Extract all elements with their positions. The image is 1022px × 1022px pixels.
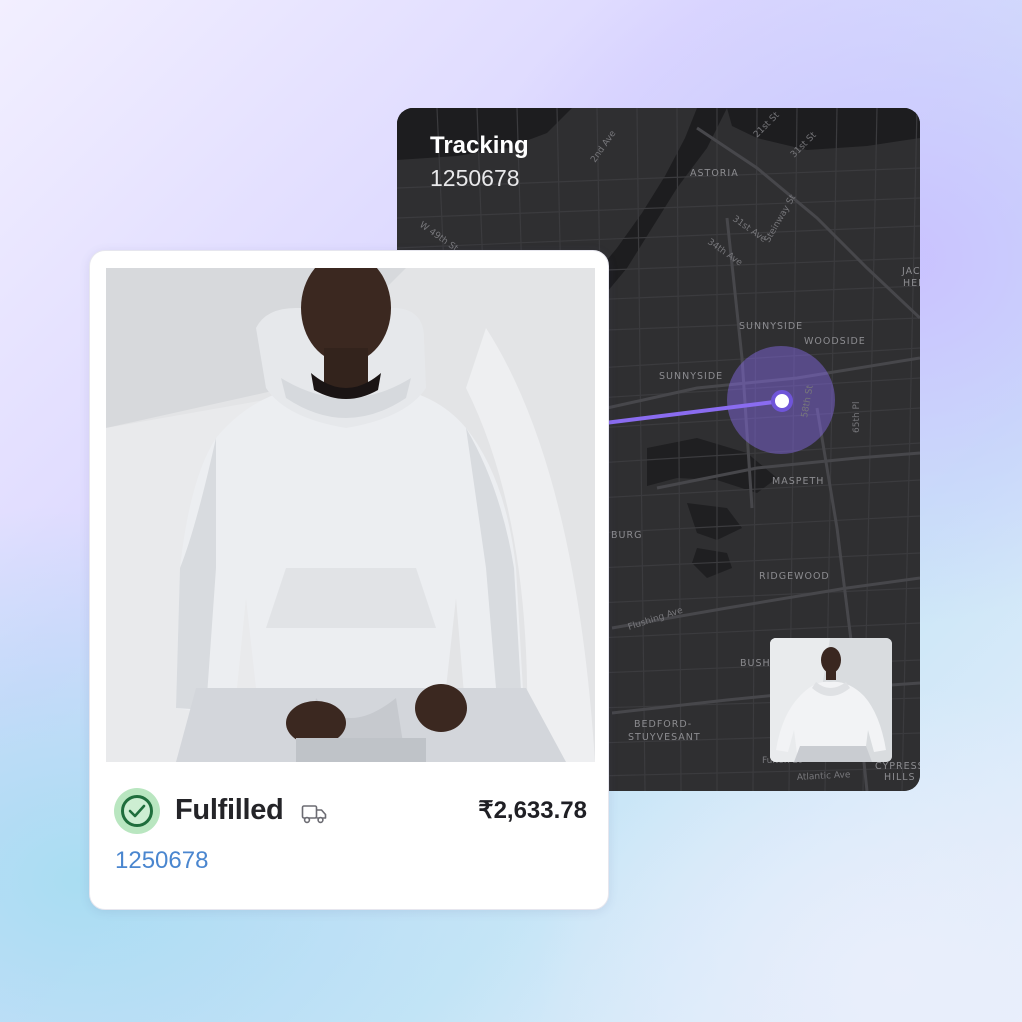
map-label-hills: HILLS [884, 772, 916, 783]
map-label-astoria: ASTORIA [690, 168, 739, 179]
map-label-stuyvesant: STUYVESANT [628, 732, 701, 743]
check-circle-icon [114, 788, 160, 834]
street-label-65th: 65th Pl [852, 402, 862, 433]
order-card[interactable]: Fulfilled ₹2,633.78 1250678 [89, 250, 609, 910]
map-label-jackson: JAC [901, 266, 920, 277]
location-marker-icon[interactable] [771, 390, 793, 412]
map-label-sunnyside-west: SUNNYSIDE [659, 371, 723, 382]
map-label-sunnyside-east: SUNNYSIDE [739, 321, 803, 332]
map-label-bedford: BEDFORD- [634, 719, 692, 730]
map-label-woodside: WOODSIDE [804, 336, 866, 347]
truck-icon [301, 805, 327, 824]
order-number-link[interactable]: 1250678 [115, 847, 208, 875]
page-background: ASTORIA SUNNYSIDE WOODSIDE SUNNYSIDE MAS… [0, 0, 1022, 1022]
map-label-burg: BURG [611, 530, 642, 541]
order-price: ₹2,633.78 [478, 797, 587, 824]
map-label-bush: BUSH [740, 658, 771, 669]
product-thumbnail[interactable] [770, 638, 892, 762]
map-label-heights: HEI [903, 278, 920, 289]
map-label-cypress: CYPRESS [875, 761, 920, 772]
product-photo [106, 268, 595, 762]
product-thumbnail-image [770, 638, 892, 762]
order-status-label: Fulfilled [175, 794, 284, 826]
map-label-maspeth: MASPETH [772, 476, 824, 487]
tracking-number: 1250678 [430, 165, 520, 191]
tracking-title: Tracking [430, 132, 529, 159]
map-label-ridgewood: RIDGEWOOD [759, 571, 830, 582]
